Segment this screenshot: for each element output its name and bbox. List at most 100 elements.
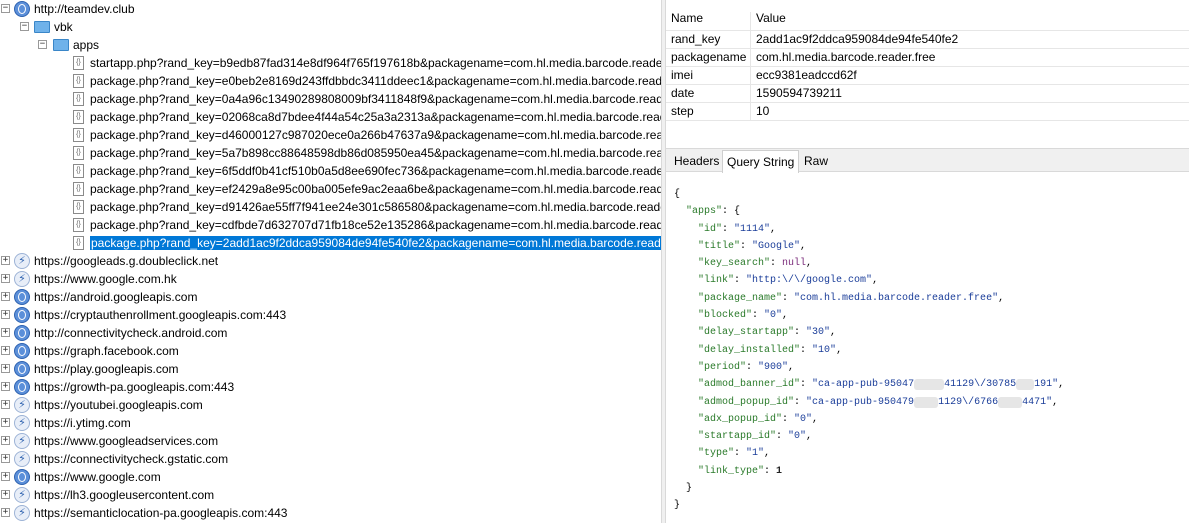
tree-node-request[interactable]: {} package.php?rand_key=cdfbde7d632707d71… bbox=[0, 216, 661, 234]
tree-node-apps[interactable]: − apps bbox=[0, 36, 661, 54]
bolt-icon: ⚡ bbox=[14, 397, 30, 413]
grid-row[interactable]: packagename com.hl.media.barcode.reader.f… bbox=[666, 49, 1189, 67]
tree-node-vbk[interactable]: − vbk bbox=[0, 18, 661, 36]
expand-icon[interactable]: + bbox=[1, 508, 10, 517]
tab-headers[interactable]: Headers bbox=[670, 151, 723, 171]
globe-icon bbox=[14, 343, 30, 359]
collapse-icon[interactable]: − bbox=[1, 4, 10, 13]
tree-node-host[interactable]: + https://graph.facebook.com bbox=[0, 342, 661, 360]
tree-node-label: https://www.google.com.hk bbox=[34, 272, 177, 286]
tree-node-label: https://connectivitycheck.gstatic.com bbox=[34, 452, 229, 466]
json-value: 1129\/6766 bbox=[938, 396, 999, 408]
tree-node-request[interactable]: {} package.php?rand_key=e0beb2e8169d243ff… bbox=[0, 72, 661, 90]
expand-icon[interactable]: + bbox=[1, 382, 10, 391]
grid-header-value[interactable]: Value bbox=[756, 6, 786, 30]
json-line: "package_name": "com.hl.media.barcode.re… bbox=[698, 292, 1005, 304]
tree-node-label: https://www.googleadservices.com bbox=[34, 434, 219, 448]
tree-node-request[interactable]: {} package.php?rand_key=02068ca8d7bdee4f4… bbox=[0, 108, 661, 126]
expand-icon[interactable]: + bbox=[1, 418, 10, 427]
json-key: "apps" bbox=[686, 206, 723, 218]
tree-node-host[interactable]: + https://android.googleapis.com bbox=[0, 288, 661, 306]
tree-node-host[interactable]: + ⚡ https://lh3.googleusercontent.com bbox=[0, 486, 661, 504]
bolt-icon: ⚡ bbox=[14, 505, 30, 521]
tree-node-label: package.php?rand_key=5a7b898cc88648598db… bbox=[90, 146, 661, 160]
tree-node-request[interactable]: {} package.php?rand_key=d46000127c987020e… bbox=[0, 126, 661, 144]
tree-pane[interactable]: − http://teamdev.club − vbk − apps{} startapp.… bbox=[0, 0, 661, 523]
json-value: "10" bbox=[812, 344, 837, 356]
grid-header: Name Value bbox=[666, 6, 1189, 31]
json-punct: : { bbox=[722, 206, 741, 218]
folder-icon bbox=[34, 21, 50, 33]
expand-icon[interactable]: + bbox=[1, 292, 10, 301]
tree-node-label: package.php?rand_key=e0beb2e8169d243ffdb… bbox=[90, 74, 661, 88]
grid-row[interactable]: step 10 bbox=[666, 103, 1189, 121]
tree-node-host[interactable]: + http://connectivitycheck.android.com bbox=[0, 324, 661, 342]
expand-icon[interactable]: + bbox=[1, 472, 10, 481]
json-line: } bbox=[674, 480, 1184, 497]
collapse-icon[interactable]: − bbox=[20, 22, 29, 31]
tab-query-string[interactable]: Query String bbox=[722, 150, 800, 173]
grid-row[interactable]: imei ecc9381eadccd62f bbox=[666, 67, 1189, 85]
json-file-icon: {} bbox=[73, 200, 84, 214]
globe-icon bbox=[14, 469, 30, 485]
tree-node-host[interactable]: + https://play.googleapis.com bbox=[0, 360, 661, 378]
expand-icon[interactable]: + bbox=[1, 454, 10, 463]
grid-cell-name: rand_key bbox=[671, 32, 721, 46]
collapse-icon[interactable]: − bbox=[38, 40, 47, 49]
tree-node-host[interactable]: + ⚡ https://youtubei.googleapis.com bbox=[0, 396, 661, 414]
expand-icon[interactable]: + bbox=[1, 490, 10, 499]
tree-node-host[interactable]: + ⚡ https://www.google.com.hk bbox=[0, 270, 661, 288]
tree-node-request[interactable]: {} package.php?rand_key=6f5ddf0b41cf510b0… bbox=[0, 162, 661, 180]
json-viewer[interactable]: {"apps": {"id": "1114", "title": "Google"… bbox=[674, 186, 1184, 515]
expand-icon[interactable]: + bbox=[1, 400, 10, 409]
redacted-text: XXX bbox=[1016, 379, 1035, 391]
json-key: "admod_popup_id" bbox=[698, 396, 795, 408]
tree-node-host[interactable]: + ⚡ https://googleads.g.doubleclick.net bbox=[0, 252, 661, 270]
tree-node-label: https://i.ytimg.com bbox=[34, 416, 131, 430]
tree-node-request[interactable]: {} package.php?rand_key=0a4a96c1349028980… bbox=[0, 90, 661, 108]
expand-icon[interactable]: + bbox=[1, 346, 10, 355]
expand-icon[interactable]: + bbox=[1, 274, 10, 283]
tree-node-host[interactable]: + ⚡ https://www.googleadservices.com bbox=[0, 432, 661, 450]
grid-header-name[interactable]: Name bbox=[671, 6, 703, 30]
expand-icon[interactable]: + bbox=[1, 364, 10, 373]
expand-icon[interactable]: + bbox=[1, 310, 10, 319]
bolt-icon: ⚡ bbox=[14, 451, 30, 467]
json-key: "link" bbox=[698, 275, 735, 287]
json-value: "ca-app-pub-95047 bbox=[812, 379, 915, 391]
expand-icon[interactable]: + bbox=[1, 436, 10, 445]
expand-icon[interactable]: + bbox=[1, 256, 10, 265]
json-file-icon: {} bbox=[73, 128, 84, 142]
json-value: "0" bbox=[794, 413, 813, 425]
tree-node-host[interactable]: + https://growth-pa.googleapis.com:443 bbox=[0, 378, 661, 396]
tree-node-host[interactable]: + ⚡ https://i.ytimg.com bbox=[0, 414, 661, 432]
json-file-icon: {} bbox=[73, 92, 84, 106]
tab-raw[interactable]: Raw bbox=[800, 151, 832, 171]
tree-node-request[interactable]: {} startapp.php?rand_key=b9edb87fad314e8d… bbox=[0, 54, 661, 72]
tree-node-request[interactable]: {} package.php?rand_key=5a7b898cc88648598… bbox=[0, 144, 661, 162]
globe-icon bbox=[14, 325, 30, 341]
tree-node-host[interactable]: + https://www.google.com bbox=[0, 468, 661, 486]
json-key: "startapp_id" bbox=[698, 431, 777, 443]
json-brace: } bbox=[674, 500, 681, 512]
tree-node-request[interactable]: {} package.php?rand_key=2add1ac9f2ddca959… bbox=[0, 234, 661, 252]
inspector-pane: Name Value rand_key 2add1ac9f2ddca959084d… bbox=[666, 0, 1189, 523]
grid-row[interactable]: date 1590594739211 bbox=[666, 85, 1189, 103]
tree-node-root[interactable]: − http://teamdev.club bbox=[0, 0, 661, 18]
query-grid: Name Value rand_key 2add1ac9f2ddca959084d… bbox=[666, 6, 1189, 121]
json-line: "key_search": null, bbox=[698, 258, 813, 270]
tree-node-label: https://cryptauthenrollment.googleapis.c… bbox=[34, 308, 287, 322]
tree-node-host[interactable]: + ⚡ https://semanticlocation-pa.googleapis… bbox=[0, 504, 661, 522]
tree-node-host[interactable]: + https://cryptauthenrollment.googleapis.… bbox=[0, 306, 661, 324]
json-line: "admod_banner_id": "ca-app-pub-95047XXXX… bbox=[698, 379, 1065, 391]
tree-node-request[interactable]: {} package.php?rand_key=d91426ae55ff7f941… bbox=[0, 198, 661, 216]
tree-node-label: https://lh3.googleusercontent.com bbox=[34, 488, 215, 502]
json-value: "ca-app-pub-950479 bbox=[806, 396, 915, 408]
expand-icon[interactable]: + bbox=[1, 328, 10, 337]
tree-node-label: package.php?rand_key=ef2429a8e95c00ba005… bbox=[90, 182, 661, 196]
tree-node-label: vbk bbox=[54, 20, 73, 34]
tree-node-request[interactable]: {} package.php?rand_key=ef2429a8e95c00ba0… bbox=[0, 180, 661, 198]
tree-node-host[interactable]: + ⚡ https://connectivitycheck.gstatic.com bbox=[0, 450, 661, 468]
globe-icon bbox=[14, 361, 30, 377]
grid-row[interactable]: rand_key 2add1ac9f2ddca959084de94fe540fe2 bbox=[666, 31, 1189, 49]
